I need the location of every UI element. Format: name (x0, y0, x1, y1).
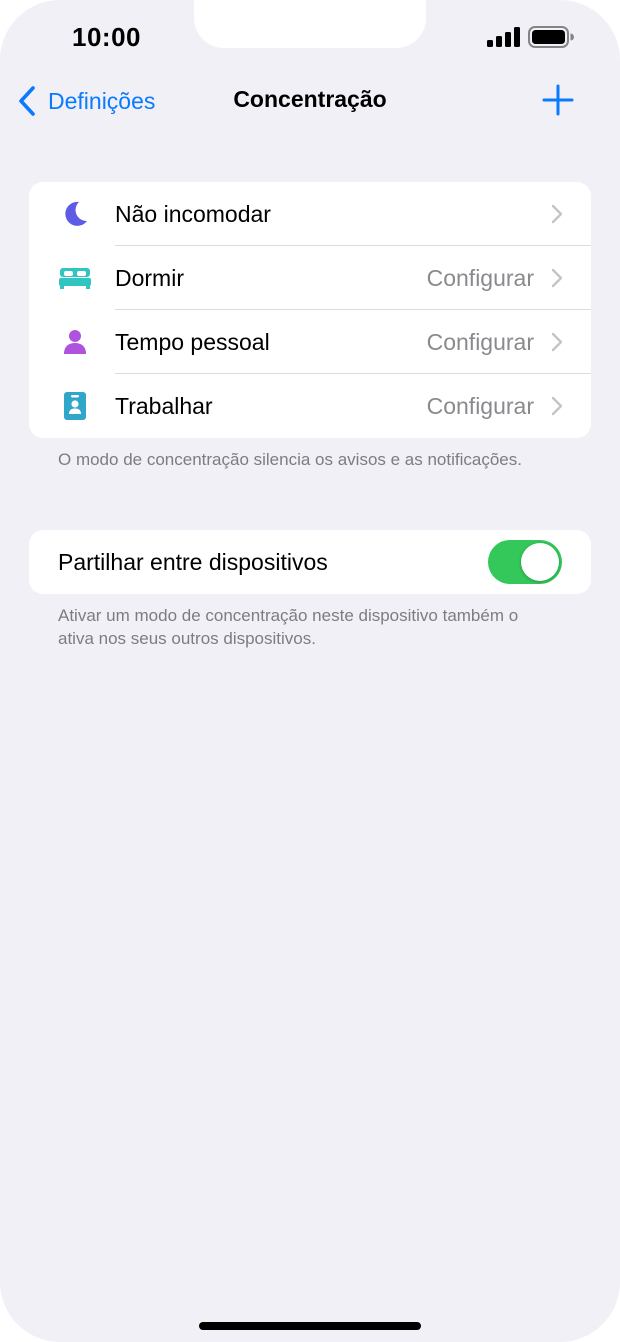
notch (194, 0, 426, 48)
share-toggle[interactable] (488, 540, 562, 584)
share-label: Partilhar entre dispositivos (58, 548, 328, 575)
chevron-right-icon (551, 204, 563, 224)
focus-mode-work[interactable]: Trabalhar Configurar (29, 374, 591, 438)
cellular-signal-icon (487, 27, 520, 47)
bed-icon (59, 262, 91, 294)
focus-mode-value: Configurar (426, 264, 534, 291)
battery-icon (528, 26, 574, 48)
chevron-right-icon (551, 332, 563, 352)
focus-mode-sleep[interactable]: Dormir Configurar (29, 246, 591, 310)
focus-mode-do-not-disturb[interactable]: Não incomodar (29, 182, 591, 246)
toggle-knob (521, 543, 559, 581)
focus-mode-label: Dormir (115, 264, 184, 291)
focus-mode-value: Configurar (426, 328, 534, 355)
chevron-right-icon (551, 268, 563, 288)
focus-mode-personal[interactable]: Tempo pessoal Configurar (29, 310, 591, 374)
id-badge-icon (59, 390, 91, 422)
focus-mode-label: Trabalhar (115, 392, 213, 419)
moon-icon (59, 198, 91, 230)
focus-mode-label: Não incomodar (115, 200, 271, 227)
home-indicator[interactable] (199, 1322, 421, 1330)
chevron-right-icon (551, 396, 563, 416)
focus-modes-list: Não incomodar Dormir Configurar Tempo pe… (29, 182, 591, 438)
focus-mode-value: Configurar (426, 392, 534, 419)
share-row: Partilhar entre dispositivos (29, 530, 591, 594)
add-icon[interactable] (540, 82, 576, 118)
focus-footnote: O modo de concentração silencia os aviso… (58, 450, 522, 469)
share-across-devices-row: Partilhar entre dispositivos (29, 530, 591, 594)
focus-mode-label: Tempo pessoal (115, 328, 270, 355)
status-time: 10:00 (72, 22, 141, 52)
page-title: Concentração (233, 86, 387, 112)
person-icon (59, 326, 91, 358)
phone-screen: 10:00 Definições Concentração Não incomo… (0, 0, 620, 1342)
share-footnote: Ativar um modo de concentração neste dis… (58, 606, 519, 648)
